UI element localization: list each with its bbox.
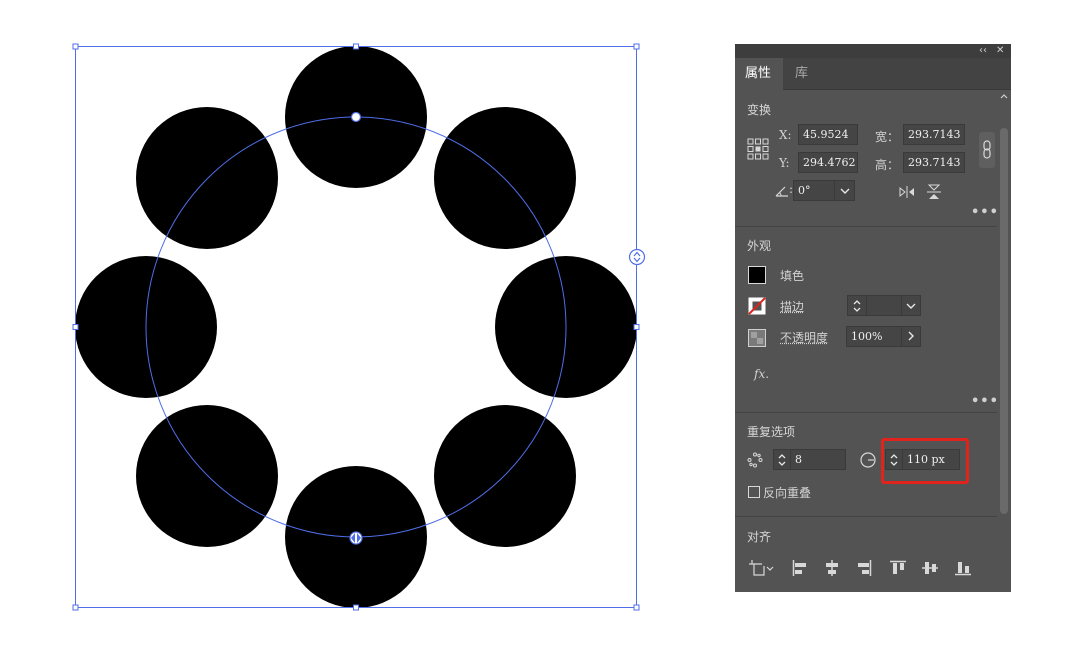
width-field[interactable]: 293.7143 — [903, 124, 965, 145]
opacity-field[interactable]: 100% — [846, 326, 902, 347]
transform-section-title: 变换 — [747, 103, 772, 117]
collapse-panel-icon[interactable]: ‹‹ — [979, 44, 987, 58]
reference-point-icon[interactable] — [747, 138, 769, 160]
tab-properties[interactable]: 属性 — [735, 58, 783, 90]
repeat-circle-bottom-right[interactable] — [434, 405, 576, 547]
flip-horizontal-icon[interactable] — [899, 186, 915, 198]
fill-swatch[interactable] — [748, 266, 766, 284]
opacity-checker-icon — [748, 329, 766, 347]
stroke-none-swatch-icon[interactable] — [748, 297, 766, 315]
artboard-canvas[interactable] — [0, 0, 700, 660]
fill-label: 填色 — [780, 269, 805, 283]
chevron-right-icon — [908, 331, 914, 341]
angle-field[interactable]: 0° — [793, 180, 835, 201]
opacity-label[interactable]: 不透明度 — [780, 329, 828, 346]
panel-tabbar: 属性 库 — [735, 58, 1011, 90]
transform-more-icon[interactable]: ••• — [971, 205, 999, 220]
repeat-slider-widget[interactable] — [628, 248, 646, 266]
align-bottom-icon[interactable] — [955, 560, 971, 576]
stroke-label[interactable]: 描边 — [780, 298, 804, 315]
width-label: 宽： — [875, 130, 900, 144]
align-left-icon[interactable] — [792, 560, 808, 576]
scroll-up-arrow-icon[interactable] — [999, 92, 1009, 100]
divider-appearance — [735, 412, 997, 413]
tab-libraries[interactable]: 库 — [785, 58, 829, 90]
chevron-down-icon — [840, 188, 849, 194]
align-to-selection-icon[interactable] — [749, 560, 775, 576]
x-field[interactable]: 45.9524 — [798, 124, 858, 145]
scroll-thumb[interactable] — [1000, 128, 1008, 514]
repeat-instances-icon — [747, 452, 763, 468]
repeat-instances-field[interactable]: 8 — [790, 449, 846, 470]
repeat-radius-icon — [860, 452, 876, 468]
align-right-icon[interactable] — [856, 560, 872, 576]
height-label: 高： — [875, 158, 900, 172]
close-panel-icon[interactable]: ✕ — [996, 44, 1004, 58]
repeat-circle-top-left[interactable] — [136, 107, 278, 249]
x-label: X: — [779, 128, 792, 142]
align-top-icon[interactable] — [890, 560, 906, 576]
y-label: Y: — [779, 156, 790, 170]
height-field[interactable]: 293.7143 — [903, 152, 965, 173]
angle-dropdown[interactable] — [834, 180, 855, 201]
repeat-instances-stepper[interactable] — [773, 449, 791, 470]
split-handle[interactable] — [349, 531, 363, 545]
highlight-annotation — [881, 438, 969, 484]
align-section-title: 对齐 — [747, 530, 772, 544]
opacity-more-button[interactable] — [901, 326, 921, 347]
stroke-weight-field[interactable] — [866, 295, 902, 316]
artwork-svg[interactable] — [0, 0, 700, 660]
divider-transform — [735, 226, 997, 227]
align-horizontal-center-icon[interactable] — [824, 560, 840, 576]
stepper-arrows-icon — [778, 454, 786, 466]
divider-repeat — [735, 516, 997, 517]
repeat-options-section-title: 重复选项 — [747, 425, 796, 439]
appearance-section-title: 外观 — [747, 239, 772, 253]
reverse-overlap-checkbox[interactable] — [748, 486, 760, 498]
panel-titlebar: ‹‹ ✕ — [735, 44, 1011, 58]
repeat-circle-bottom-left[interactable] — [136, 405, 278, 547]
y-field[interactable]: 294.4762 — [798, 152, 858, 173]
flip-vertical-icon[interactable] — [927, 184, 941, 200]
properties-panel: ‹‹ ✕ 属性 库 变换 X: 45.9524 宽： 293.7143 Y: 2… — [735, 44, 1011, 592]
rotate-angle-icon — [775, 186, 788, 197]
appearance-more-icon[interactable]: ••• — [971, 394, 999, 409]
chevron-down-icon — [906, 303, 916, 309]
stroke-weight-stepper[interactable] — [847, 295, 867, 316]
fx-effects-button[interactable]: fx. — [754, 367, 769, 381]
radius-handle[interactable] — [350, 111, 362, 123]
panel-scrollbar[interactable] — [998, 92, 1008, 592]
align-vertical-center-icon[interactable] — [922, 560, 938, 576]
repeat-circle-top-right[interactable] — [434, 107, 576, 249]
stepper-arrows-icon — [853, 300, 861, 312]
constrain-proportions-icon[interactable] — [979, 132, 995, 168]
stroke-weight-dropdown[interactable] — [901, 295, 921, 316]
reverse-overlap-label: 反向重叠 — [763, 486, 812, 500]
